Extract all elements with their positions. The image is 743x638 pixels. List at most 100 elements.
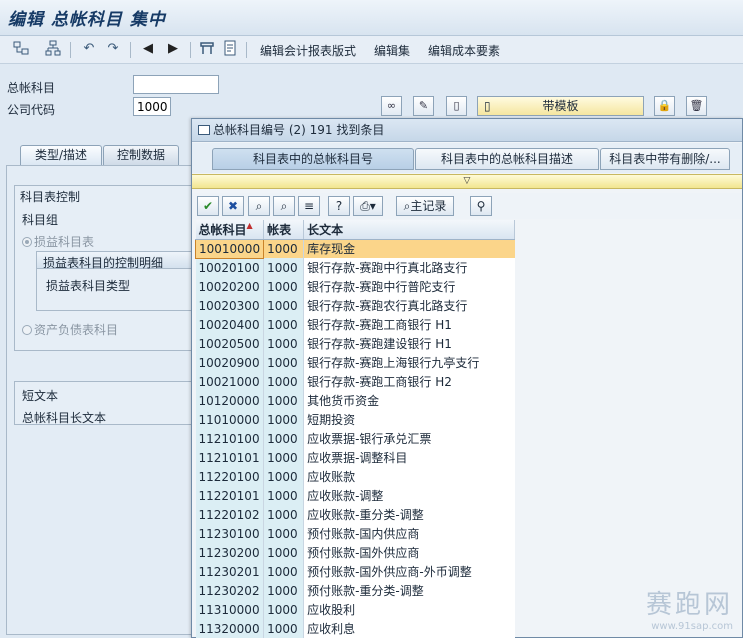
tab-account-number[interactable]: 科目表中的总帐科目号 (212, 148, 414, 170)
table-row[interactable]: 10020200 1000 银行存款-赛跑中行普陀支行 (195, 277, 515, 296)
with-template-button[interactable]: ▯ 带模板 (477, 96, 644, 116)
table-row[interactable]: 11230202 1000 预付账款-重分类-调整 (195, 581, 515, 600)
cell-chart-of-accounts: 1000 (263, 353, 305, 372)
cell-gl-account: 10020400 (195, 315, 265, 334)
confirm-icon[interactable]: ✔ (197, 196, 219, 216)
tab-control-data[interactable]: 控制数据 (103, 145, 179, 165)
watermark-url: www.91sap.com (651, 621, 733, 632)
sort-ascending-icon: ▲ (246, 220, 253, 230)
menu-edit-report-layout[interactable]: 编辑会计报表版式 (260, 42, 356, 59)
table-row[interactable]: 11230100 1000 预付账款-国内供应商 (195, 524, 515, 543)
glasses-icon[interactable]: ∞ (381, 96, 402, 116)
cell-chart-of-accounts: 1000 (263, 486, 305, 505)
cell-gl-account: 10020100 (195, 258, 265, 277)
cancel-icon[interactable]: ✖ (222, 196, 244, 216)
prev-icon[interactable]: ◀ (139, 40, 157, 58)
bs-account-radio[interactable]: 资产负债表科目 (22, 321, 118, 338)
cell-chart-of-accounts: 1000 (263, 391, 305, 410)
company-code-input[interactable] (133, 97, 171, 116)
cell-gl-account: 10020900 (195, 353, 265, 372)
cell-gl-account: 10020200 (195, 277, 265, 296)
table-row[interactable]: 11230200 1000 预付账款-国外供应商 (195, 543, 515, 562)
delete-icon[interactable]: 🗑 (686, 96, 707, 116)
table-row[interactable]: 11210101 1000 应收票据-调整科目 (195, 448, 515, 467)
cell-chart-of-accounts: 1000 (263, 543, 305, 562)
cell-long-text: 银行存款-赛跑上海银行九亭支行 (303, 353, 515, 372)
cell-chart-of-accounts: 1000 (263, 315, 305, 334)
document-icon[interactable] (221, 40, 239, 58)
cell-long-text: 预付账款-国外供应商-外币调整 (303, 562, 515, 581)
print-icon[interactable]: ⎙▾ (353, 196, 383, 216)
undo-icon[interactable]: ↶ (80, 40, 98, 58)
account-group-label: 科目组 (22, 213, 59, 227)
cell-gl-account: 11310000 (195, 600, 265, 619)
hierarchy-icon[interactable] (12, 40, 30, 58)
redo-icon[interactable]: ↷ (104, 40, 122, 58)
table-row[interactable]: 10010000 1000 库存现金 (194, 238, 515, 259)
table-row[interactable]: 11010000 1000 短期投资 (195, 410, 515, 429)
cell-chart-of-accounts: 1000 (263, 467, 305, 486)
col-gl-account[interactable]: 总帐科目▲ (195, 220, 265, 240)
toolbar-separator (70, 42, 71, 58)
table-row[interactable]: 10020100 1000 银行存款-赛跑中行真北路支行 (195, 258, 515, 277)
cell-chart-of-accounts: 1000 (263, 296, 305, 315)
cell-chart-of-accounts: 1000 (263, 562, 305, 581)
tree-icon[interactable] (44, 40, 62, 58)
find-icon[interactable]: ⌕ (248, 196, 270, 216)
cell-long-text: 应收账款-调整 (303, 486, 515, 505)
pl-account-radio[interactable]: 损益科目表 (22, 233, 94, 250)
help-icon[interactable]: ? (328, 196, 350, 216)
master-record-button[interactable]: ⌕主记录 (396, 196, 454, 216)
table-row[interactable]: 11210100 1000 应收票据-银行承兑汇票 (195, 429, 515, 448)
cell-gl-account: 10010000 (194, 238, 265, 259)
pencil-icon[interactable]: ✎ (413, 96, 434, 116)
short-text-label: 短文本 (22, 389, 59, 403)
table-row[interactable]: 10020900 1000 银行存款-赛跑上海银行九亭支行 (195, 353, 515, 372)
table-row[interactable]: 11220102 1000 应收账款-重分类-调整 (195, 505, 515, 524)
tab-account-deletion[interactable]: 科目表中带有删除/... (600, 148, 730, 170)
table-row[interactable]: 10020400 1000 银行存款-赛跑工商银行 H1 (195, 315, 515, 334)
table-row[interactable]: 11310000 1000 应收股利 (195, 600, 515, 619)
table-row[interactable]: 11220100 1000 应收账款 (195, 467, 515, 486)
cell-gl-account: 11230202 (195, 581, 265, 600)
find-next-icon[interactable]: ⌕ (273, 196, 295, 216)
results-table: 总帐科目▲ 帐表 长文本 10010000 1000 库存现金 10020100 100… (194, 220, 516, 638)
tab-type-description[interactable]: 类型/描述 (20, 145, 102, 165)
tab-account-description[interactable]: 科目表中的总帐科目描述 (415, 148, 599, 170)
cell-chart-of-accounts: 1000 (263, 239, 305, 258)
table-row[interactable]: 10020500 1000 银行存款-赛跑建设银行 H1 (195, 334, 515, 353)
toolbar-separator (246, 42, 247, 58)
cell-long-text: 应收股利 (303, 600, 515, 619)
dialog-tabs: 科目表中的总帐科目号 科目表中的总帐科目描述 科目表中带有删除/... (192, 143, 742, 173)
table-row[interactable]: 10021000 1000 银行存款-赛跑工商银行 H2 (195, 372, 515, 391)
table-row[interactable]: 10120000 1000 其他货币资金 (195, 391, 515, 410)
menu-edit-sets[interactable]: 编辑集 (374, 42, 410, 59)
layout-icon[interactable] (198, 40, 216, 58)
toolbar-separator (130, 42, 131, 58)
table-row[interactable]: 11220101 1000 应收账款-调整 (195, 486, 515, 505)
radio-unselected-icon (22, 325, 32, 335)
application-toolbar: ↶ ↷ ◀ ▶ 编辑会计报表版式 编辑集 编辑成本要素 (0, 36, 743, 64)
cell-chart-of-accounts: 1000 (263, 429, 305, 448)
cell-chart-of-accounts: 1000 (263, 505, 305, 524)
sort-icon[interactable]: ≡ (298, 196, 320, 216)
gl-account-input[interactable] (133, 75, 219, 94)
table-row[interactable]: 11230201 1000 预付账款-国外供应商-外币调整 (195, 562, 515, 581)
with-template-label: 带模板 (542, 99, 579, 113)
restrictions-strip[interactable]: ▽ (192, 174, 742, 189)
cell-gl-account: 10020500 (195, 334, 265, 353)
table-row[interactable]: 10020300 1000 银行存款-赛跑农行真北路支行 (195, 296, 515, 315)
dialog-title-bar: 总帐科目编号 (2) 191 找到条目 (192, 119, 742, 142)
cell-long-text: 银行存款-赛跑农行真北路支行 (303, 296, 515, 315)
col-long-text[interactable]: 长文本 (303, 220, 516, 240)
cell-gl-account: 10120000 (195, 391, 265, 410)
stamp-icon[interactable]: ⚲ (470, 196, 492, 216)
new-document-icon[interactable]: ▯ (446, 96, 467, 116)
col-chart-of-accounts[interactable]: 帐表 (263, 220, 305, 240)
lock-icon[interactable]: 🔒 (654, 96, 675, 116)
template-icon: ▯ (484, 99, 491, 113)
next-icon[interactable]: ▶ (164, 40, 182, 58)
long-text-label: 总帐科目长文本 (22, 411, 107, 425)
table-row[interactable]: 11320000 1000 应收利息 (195, 619, 515, 638)
menu-edit-cost-elements[interactable]: 编辑成本要素 (428, 42, 500, 59)
